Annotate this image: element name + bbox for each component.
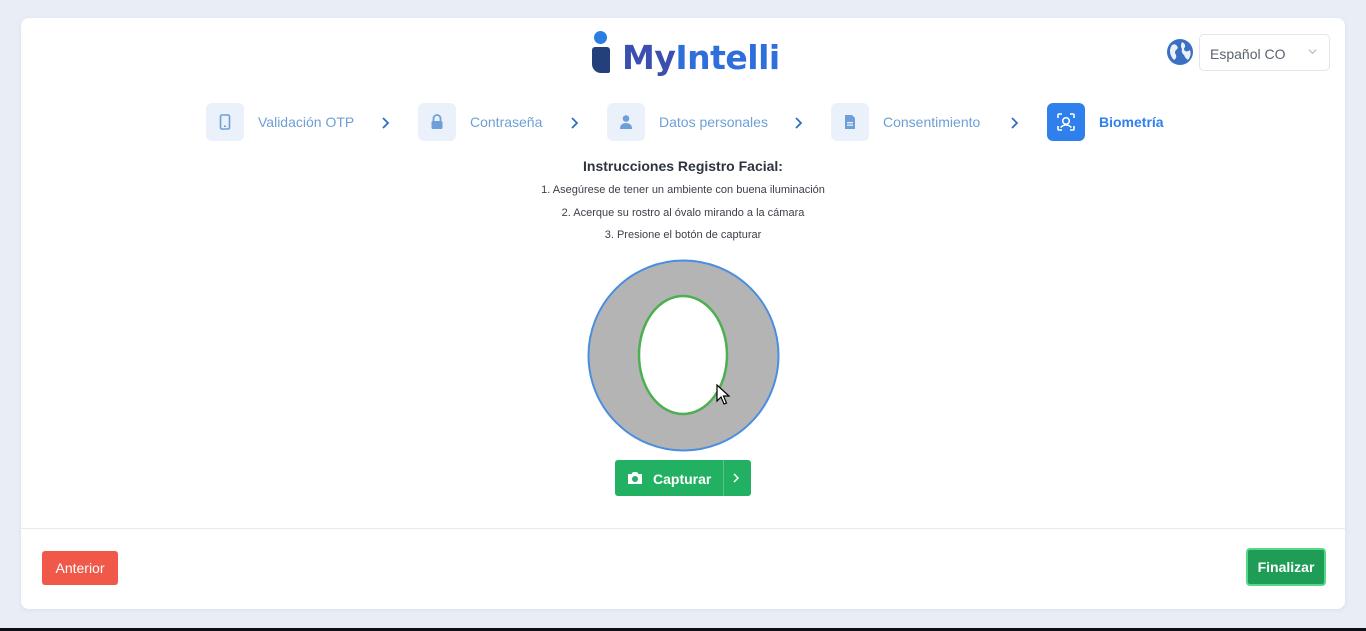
phone-icon bbox=[206, 103, 244, 141]
chevron-right-icon bbox=[1011, 117, 1019, 129]
face-capture-frame bbox=[587, 259, 780, 452]
user-icon bbox=[607, 103, 645, 141]
mouse-cursor-icon bbox=[716, 384, 730, 405]
chevron-right-icon bbox=[795, 117, 803, 129]
capture-button-label: Capturar bbox=[653, 471, 712, 487]
step-biometria[interactable]: Biometría bbox=[1047, 102, 1164, 142]
anterior-button[interactable]: Anterior bbox=[42, 551, 118, 585]
lock-icon bbox=[418, 103, 456, 141]
capture-button[interactable]: Capturar bbox=[615, 460, 751, 496]
chevron-right-icon bbox=[733, 473, 740, 483]
chevron-right-icon bbox=[382, 117, 390, 129]
step-label: Consentimiento bbox=[883, 114, 981, 130]
myintelli-logo: MyIntelli bbox=[590, 28, 790, 84]
step-contrasena[interactable]: Contraseña bbox=[418, 102, 542, 142]
step-consentimiento[interactable]: Consentimiento bbox=[831, 102, 980, 142]
step-datos-personales[interactable]: Datos personales bbox=[607, 102, 768, 142]
chevron-down-icon bbox=[1308, 49, 1317, 55]
step-label: Validación OTP bbox=[258, 114, 355, 130]
face-scan-icon bbox=[1047, 103, 1085, 141]
globe-icon[interactable] bbox=[1166, 38, 1194, 66]
step-label: Datos personales bbox=[659, 114, 768, 130]
logo-mark-icon bbox=[590, 28, 612, 76]
footer-divider bbox=[21, 528, 1345, 529]
step-label: Biometría bbox=[1099, 114, 1164, 130]
language-select[interactable]: Español CO bbox=[1199, 34, 1330, 71]
step-label: Contraseña bbox=[470, 114, 543, 130]
language-select-value: Español CO bbox=[1210, 46, 1286, 62]
step-validacion-otp[interactable]: Validación OTP bbox=[206, 102, 354, 142]
document-icon bbox=[831, 103, 869, 141]
instruction-line: 3. Presione el botón de capturar bbox=[604, 229, 762, 241]
instruction-line: 1. Asegúrese de tener un ambiente con bu… bbox=[541, 184, 825, 196]
instructions-title: Instrucciones Registro Facial: bbox=[583, 158, 783, 174]
finalizar-button[interactable]: Finalizar bbox=[1246, 548, 1326, 586]
logo-text: MyIntelli bbox=[622, 38, 780, 77]
camera-icon bbox=[628, 472, 642, 484]
instruction-line: 2. Acerque su rostro al óvalo mirando a … bbox=[561, 207, 805, 219]
chevron-right-icon bbox=[571, 117, 579, 129]
